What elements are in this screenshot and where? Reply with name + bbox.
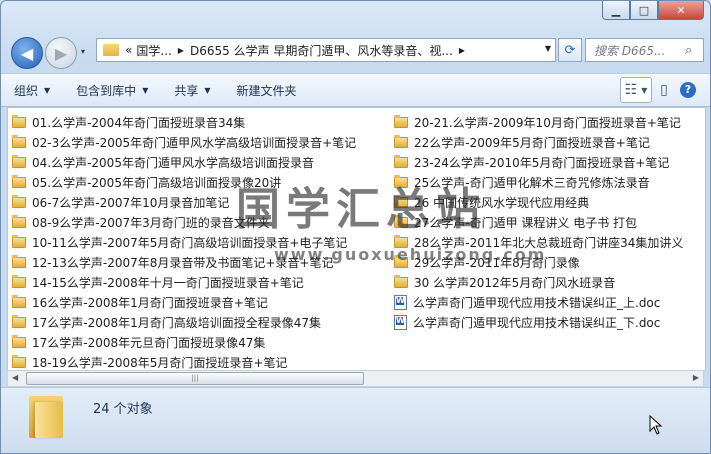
scroll-right-arrow-icon[interactable]: ▶ [693, 373, 699, 382]
details-pane: 24 个对象 [1, 387, 710, 453]
folder-item[interactable]: 30 么学声2012年5月奇门风水班录音 [394, 272, 705, 292]
forward-button[interactable]: ▶ [45, 37, 77, 69]
folder-item[interactable]: 16么学声-2008年1月奇门面授班录音+笔记 [12, 292, 392, 312]
item-name: 17么学声-2008年元旦奇门面授班录像47集 [32, 335, 266, 350]
folder-icon [29, 396, 63, 438]
navigation-bar: ◀ ▶ ▾ « 国学... ▶ D6655 么学声 早期奇门遁甲、风水等录音、视… [1, 29, 710, 73]
refresh-button[interactable]: ⟳ [558, 38, 582, 62]
file-list: 01.么学声-2004年奇门面授班录音34集 02-3么学声-2005年奇门遁甲风… [7, 107, 706, 371]
folder-icon [12, 234, 26, 248]
item-name: 么学声奇门遁甲现代应用技术错误纠正_下.doc [413, 315, 661, 330]
folder-icon [12, 214, 26, 228]
folder-icon [394, 274, 408, 288]
folder-icon [394, 134, 408, 148]
item-name: 30 么学声2012年5月奇门风水班录音 [414, 275, 616, 290]
chevron-down-icon: ▼ [44, 85, 51, 95]
item-name: 08-9么学声-2007年3月奇门班的录音文件夹 [32, 215, 270, 230]
folder-icon [103, 44, 119, 56]
recent-pages-dropdown[interactable]: ▾ [81, 47, 85, 56]
item-name: 16么学声-2008年1月奇门面授班录音+笔记 [32, 295, 268, 310]
folder-icon [12, 254, 26, 268]
share-menu[interactable]: 共享 ▼ [161, 77, 223, 103]
item-name: 22么学声-2009年5月奇门面授班录音+笔记 [414, 135, 650, 150]
word-document-icon [394, 314, 407, 330]
folder-icon [12, 174, 26, 188]
mouse-pointer-icon [649, 415, 663, 435]
explorer-window: ▁ □ ✕ ◀ ▶ ▾ « 国学... ▶ D6655 么学声 早期奇门遁甲、风… [0, 0, 711, 454]
breadcrumb-segment-root[interactable]: 国学... [136, 42, 171, 59]
address-dropdown-icon[interactable]: ▼ [545, 44, 551, 53]
item-name: 么学声奇门遁甲现代应用技术错误纠正_上.doc [413, 295, 661, 310]
folder-icon [12, 134, 26, 148]
preview-pane-button[interactable]: ▯ [652, 77, 676, 103]
breadcrumb-arrow-icon[interactable]: ▶ [178, 46, 184, 55]
breadcrumb-arrow-icon[interactable]: ▶ [459, 46, 465, 55]
search-box[interactable]: 搜索 D665... ⌕ [585, 38, 704, 62]
item-name: 06-7么学声-2007年10月录音加笔记 [32, 195, 230, 210]
folder-item[interactable]: 17么学声-2008年元旦奇门面授班录像47集 [12, 332, 392, 352]
horizontal-scrollbar[interactable]: ◀ ||| ▶ [7, 370, 704, 387]
organize-label: 组织 [14, 83, 39, 98]
folder-item[interactable]: 02-3么学声-2005年奇门遁甲风水学高级培训面授录音+笔记 [12, 132, 392, 152]
folder-icon [12, 314, 26, 328]
include-in-library-menu[interactable]: 包含到库中 ▼ [63, 77, 161, 103]
folder-item[interactable]: 18-19么学声-2008年5月奇门面授班录音+笔记 [12, 352, 392, 372]
item-name: 18-19么学声-2008年5月奇门面授班录音+笔记 [32, 355, 288, 370]
folder-item[interactable]: 22么学声-2009年5月奇门面授班录音+笔记 [394, 132, 705, 152]
folder-item[interactable]: 14-15么学声-2008年十月一奇门面授班录音+笔记 [12, 272, 392, 292]
folder-icon [12, 294, 26, 308]
minimize-button[interactable]: ▁ [602, 1, 630, 20]
organize-menu[interactable]: 组织 ▼ [1, 77, 63, 103]
folder-item[interactable]: 17么学声-2008年1月奇门高级培训面授全程录像47集 [12, 312, 392, 332]
folder-icon [394, 114, 408, 128]
item-name: 14-15么学声-2008年十月一奇门面授班录音+笔记 [32, 275, 304, 290]
folder-icon [12, 334, 26, 348]
item-name: 04.么学声-2005年奇门遁甲风水学高级培训面授录音 [32, 155, 314, 170]
watermark-title: 国学汇总站 [236, 184, 486, 235]
file-column-1: 01.么学声-2004年奇门面授班录音34集 02-3么学声-2005年奇门遁甲风… [12, 112, 392, 372]
folder-item[interactable]: 01.么学声-2004年奇门面授班录音34集 [12, 112, 392, 132]
folder-icon [394, 154, 408, 168]
watermark-url: www.guoxuehuizong.com [274, 245, 547, 264]
search-input[interactable]: 搜索 D665... [586, 42, 685, 59]
file-item[interactable]: 么学声奇门遁甲现代应用技术错误纠正_上.doc [394, 292, 705, 312]
address-overflow-chevron[interactable]: « [125, 43, 132, 57]
breadcrumb-segment-current[interactable]: D6655 么学声 早期奇门遁甲、风水等录音、视... [190, 42, 453, 59]
back-button[interactable]: ◀ [11, 37, 43, 69]
include-in-library-label: 包含到库中 [76, 83, 137, 98]
window-caption-buttons: ▁ □ ✕ [602, 1, 704, 21]
folder-icon [12, 154, 26, 168]
search-icon[interactable]: ⌕ [685, 43, 703, 58]
folder-item[interactable]: 20-21.么学声-2009年10月奇门面授班录音+笔记 [394, 112, 705, 132]
item-name: 23-24么学声-2010年5月奇门面授班录音+笔记 [414, 155, 670, 170]
folder-icon [12, 114, 26, 128]
folder-item[interactable]: 23-24么学声-2010年5月奇门面授班录音+笔记 [394, 152, 705, 172]
scroll-left-arrow-icon[interactable]: ◀ [12, 373, 18, 382]
close-button[interactable]: ✕ [658, 1, 704, 20]
item-name: 17么学声-2008年1月奇门高级培训面授全程录像47集 [32, 315, 322, 330]
chevron-down-icon: ▼ [142, 85, 149, 95]
help-button[interactable]: ? [676, 77, 700, 103]
scrollbar-thumb[interactable]: ||| [26, 372, 364, 385]
folder-item[interactable]: 04.么学声-2005年奇门遁甲风水学高级培训面授录音 [12, 152, 392, 172]
share-label: 共享 [174, 83, 199, 98]
chevron-down-icon: ▼ [204, 85, 211, 95]
item-name: 01.么学声-2004年奇门面授班录音34集 [32, 115, 246, 130]
folder-icon [12, 194, 26, 208]
address-bar[interactable]: « 国学... ▶ D6655 么学声 早期奇门遁甲、风水等录音、视... ▶ … [96, 38, 556, 62]
item-name: 20-21.么学声-2009年10月奇门面授班录音+笔记 [414, 115, 681, 130]
item-count: 24 个对象 [93, 402, 153, 417]
word-document-icon [394, 294, 407, 310]
file-item[interactable]: 么学声奇门遁甲现代应用技术错误纠正_下.doc [394, 312, 705, 332]
command-bar: 组织 ▼ 包含到库中 ▼ 共享 ▼ 新建文件夹 ☷ ▼ ▯ ? [1, 73, 710, 107]
maximize-button[interactable]: □ [630, 1, 658, 20]
folder-icon [12, 274, 26, 288]
new-folder-button[interactable]: 新建文件夹 [224, 77, 310, 103]
item-name: 02-3么学声-2005年奇门遁甲风水学高级培训面授录音+笔记 [32, 135, 357, 150]
view-controls: ☷ ▼ ▯ ? [620, 77, 700, 103]
folder-icon [12, 354, 26, 368]
change-view-button[interactable]: ☷ ▼ [620, 77, 652, 103]
